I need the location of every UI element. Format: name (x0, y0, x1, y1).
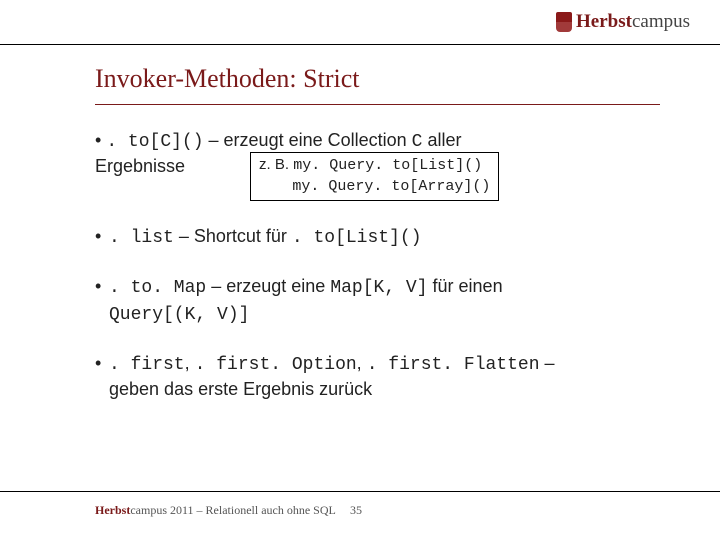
header-divider (0, 44, 720, 45)
ex-pad (259, 177, 292, 194)
brand-part1: Herbst (576, 11, 632, 32)
b1-code2: C (412, 132, 423, 152)
b3-code2: Map[K, V] (330, 278, 427, 298)
brand-part2: campus (632, 11, 690, 32)
page-number: 35 (350, 503, 362, 518)
brand-text: Herbstcampus (576, 11, 690, 33)
content-area: • . to[C]() – erzeugt eine Collection C … (95, 128, 660, 425)
b4-t2: geben das erste Ergebnis zurück (109, 379, 372, 399)
b4-s2: , (357, 353, 367, 373)
b4-code2: . first. Option (195, 355, 357, 375)
ex-line1: my. Query. to[List]() (293, 157, 482, 174)
crest-icon (556, 12, 572, 32)
b4-code3: . first. Flatten (367, 355, 540, 375)
footer-brand: Herbst (95, 503, 130, 517)
b3-t2: für einen (428, 276, 503, 296)
b1-t1: – erzeugt eine Collection (204, 130, 412, 150)
bullet-3: • . to. Map – erzeugt eine Map[K, V] für… (95, 274, 660, 327)
footer-rest: campus 2011 – Relationell auch ohne SQL (130, 503, 336, 517)
b4-t1: – (540, 353, 555, 373)
bullet-2: • . list – Shortcut für . to[List]() (95, 224, 660, 250)
header-bar: Herbstcampus (0, 0, 720, 44)
b3-t1: – erzeugt eine (206, 276, 330, 296)
b1-code1: . to[C]() (106, 132, 203, 152)
b4-s1: , (185, 353, 195, 373)
title-underline (95, 104, 660, 105)
b4-code1: . first (109, 355, 185, 375)
bullet-1: • . to[C]() – erzeugt eine Collection C … (95, 128, 660, 200)
b2-code1: . list (109, 228, 174, 248)
b3-code3: Query[(K, V)] (109, 305, 249, 325)
b1-t2: aller (422, 130, 461, 150)
slide-title: Invoker-Methoden: Strict (95, 64, 359, 94)
example-box: z. B. my. Query. to[List]() my. Query. t… (250, 152, 499, 201)
brand-logo: Herbstcampus (556, 11, 690, 33)
bullet-4: • . first, . first. Option, . first. Fla… (95, 351, 660, 402)
ex-line2: my. Query. to[Array]() (292, 178, 490, 195)
ex-prefix: z. B. (259, 156, 293, 173)
footer-text: Herbstcampus 2011 – Relationell auch ohn… (95, 503, 336, 518)
b2-t1: – Shortcut für (174, 226, 292, 246)
footer-divider (0, 491, 720, 492)
b3-code1: . to. Map (109, 278, 206, 298)
b2-code2: . to[List]() (292, 228, 422, 248)
